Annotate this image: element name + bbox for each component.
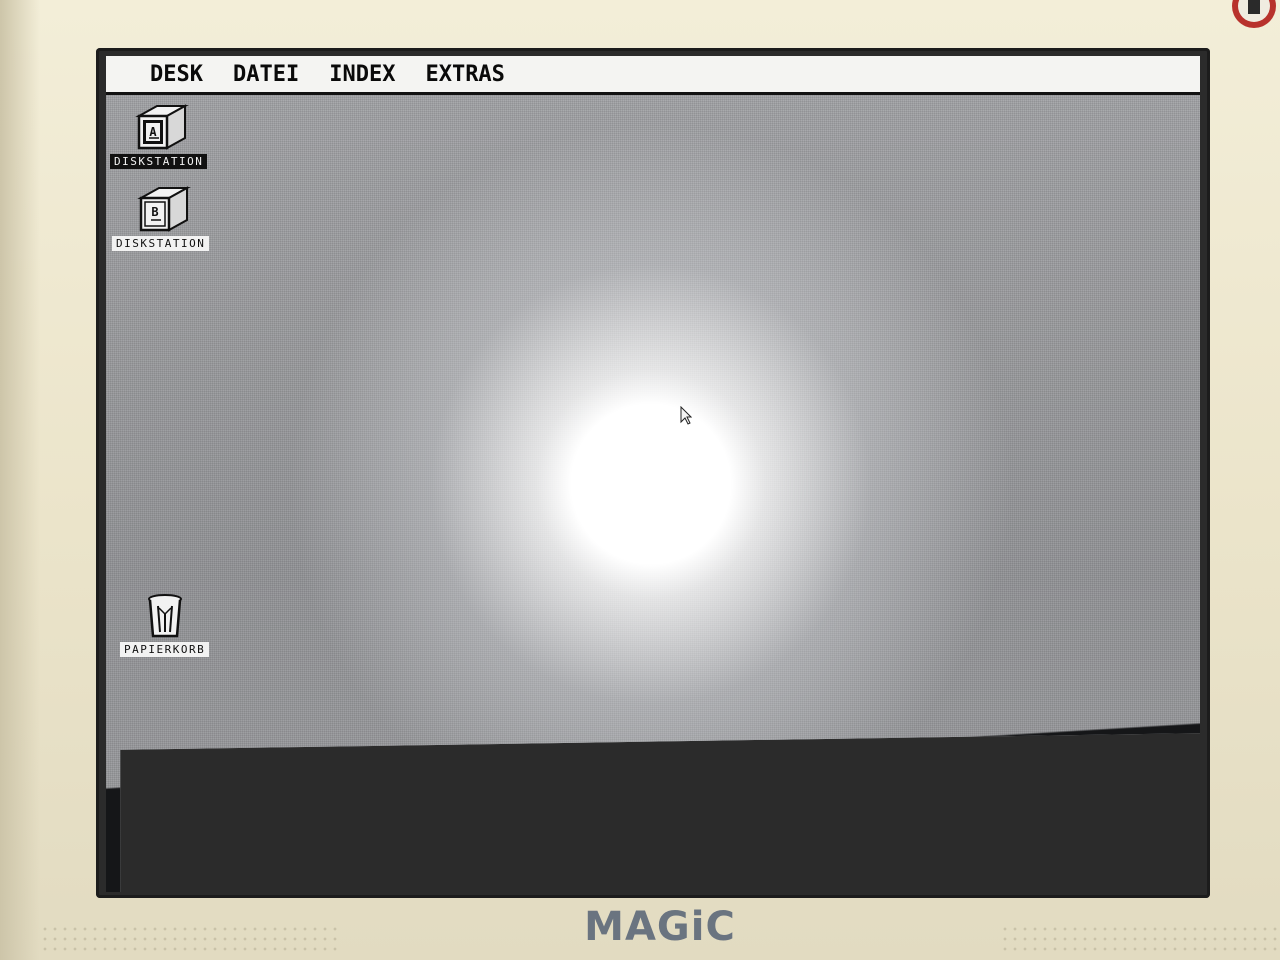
menu-desk[interactable]: DESK: [150, 62, 203, 87]
speaker-grille-right: [1000, 924, 1280, 954]
speaker-grille-left: [40, 924, 340, 954]
menu-extras[interactable]: EXTRAS: [425, 62, 504, 87]
drive-cabinet-icon: A: [134, 104, 189, 150]
mouse-pointer-icon: [680, 406, 692, 425]
menu-datei[interactable]: DATEI: [233, 62, 299, 87]
trash-can-icon: [147, 594, 182, 638]
menu-bar: DESK DATEI INDEX EXTRAS: [106, 56, 1200, 95]
svg-text:A: A: [149, 125, 157, 139]
menu-index[interactable]: INDEX: [329, 62, 395, 87]
brand-logo: MAGiC: [584, 904, 736, 950]
bezel-shadow: [0, 0, 40, 960]
desktop-icon-label: DISKSTATION: [112, 236, 210, 251]
desktop-icon-label: DISKSTATION: [110, 154, 208, 169]
svg-text:B: B: [151, 205, 158, 219]
desktop-icon-label: PAPIERKORB: [120, 642, 210, 657]
drive-cabinet-icon: B: [136, 186, 191, 232]
desktop-icon-diskstation-a[interactable]: A DISKSTATION: [110, 102, 208, 169]
corner-badge-icon: [1232, 0, 1276, 28]
desktop-icon-diskstation-b[interactable]: B DISKSTATION: [112, 184, 210, 251]
desktop-icon-trash[interactable]: PAPIERKORB: [120, 592, 210, 657]
